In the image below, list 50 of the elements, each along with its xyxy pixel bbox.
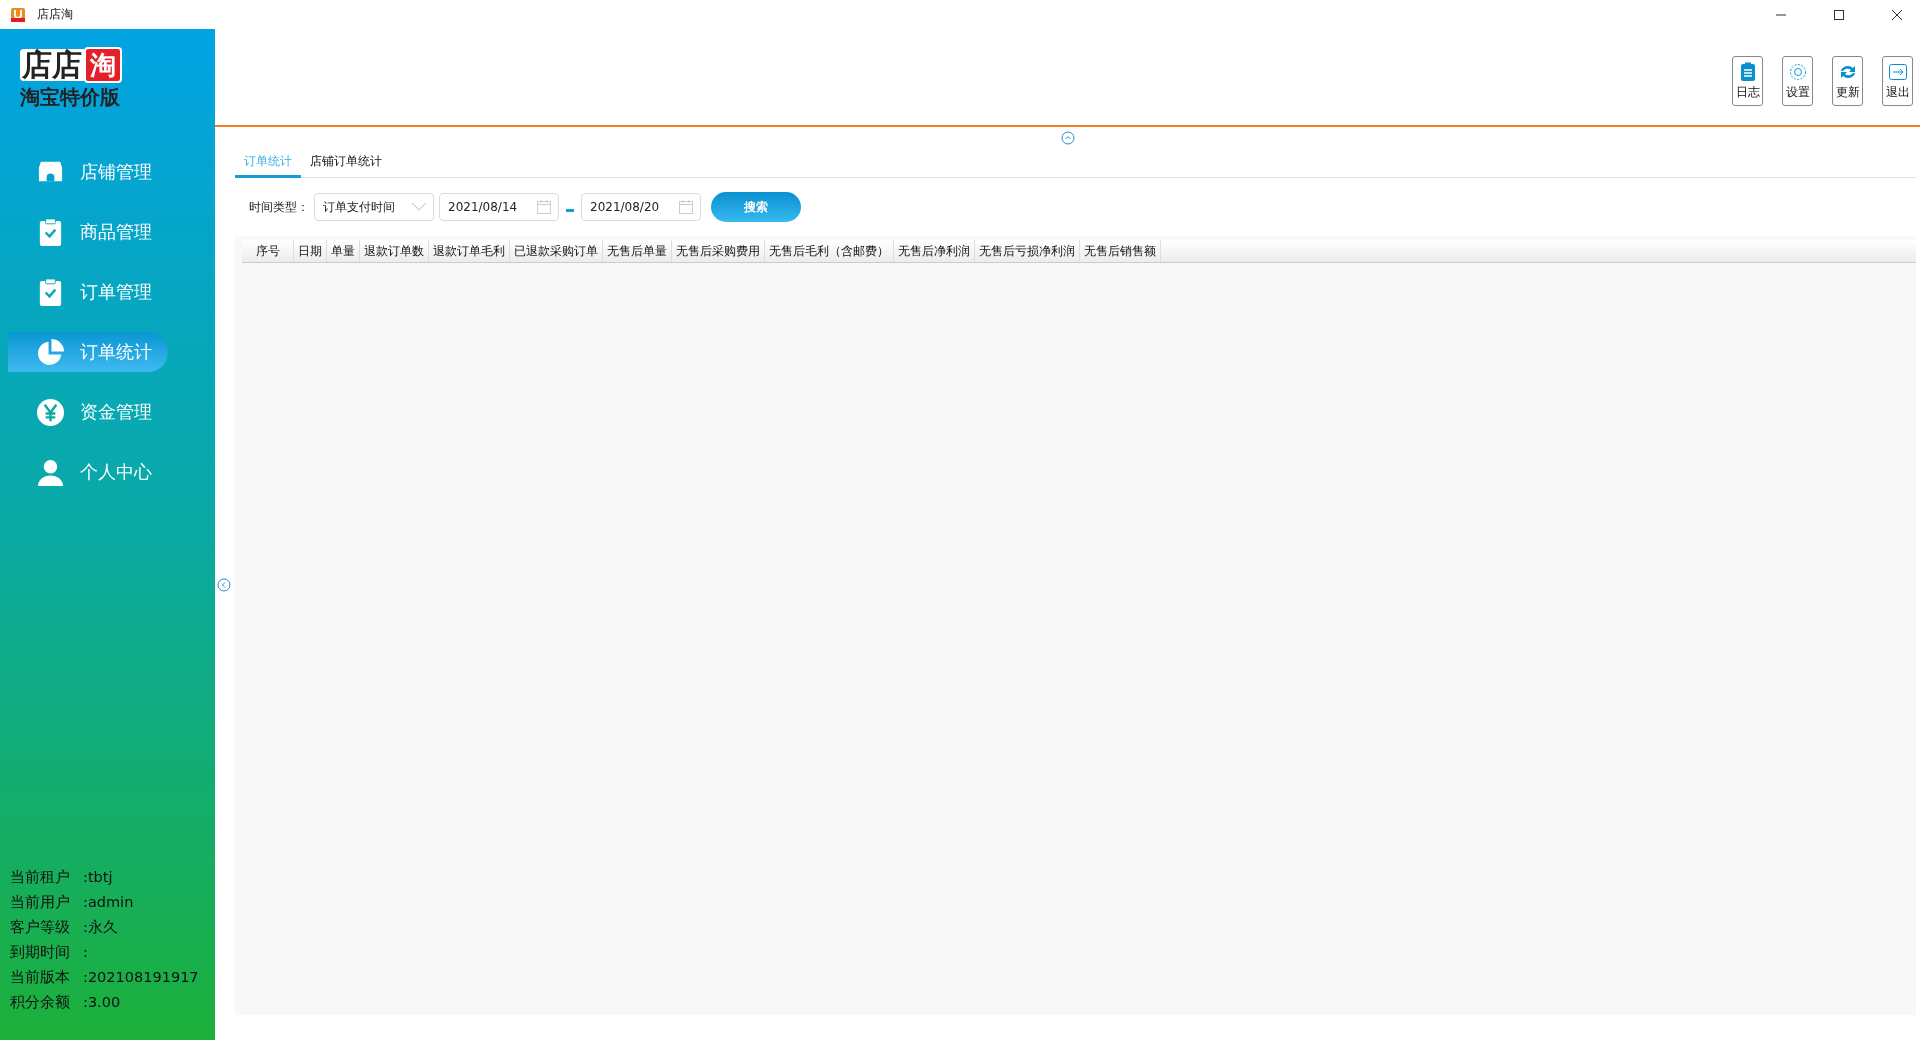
user-icon (36, 457, 65, 487)
toolbar-button[interactable]: 日志 (1732, 56, 1763, 106)
calendar-icon (678, 199, 694, 215)
toolbar-button[interactable]: 更新 (1832, 56, 1863, 106)
collapse-up-icon[interactable] (1060, 131, 1075, 145)
info-label: 当前用户 (10, 893, 71, 912)
calendar-icon (536, 199, 552, 215)
column-header[interactable]: 日期 (294, 240, 327, 262)
settings-icon (1787, 61, 1808, 82)
column-header[interactable]: 无售后亏损净利润 (975, 240, 1080, 262)
info-label: 客户等级 (10, 918, 71, 937)
info-label: 当前版本 (10, 968, 71, 987)
pie-chart-icon (36, 337, 65, 367)
column-header[interactable]: 序号 (242, 240, 294, 262)
info-label: 当前租户 (10, 868, 71, 887)
info-value: : (83, 943, 88, 962)
info-value: :202108191917 (83, 968, 199, 987)
column-header[interactable]: 无售后净利润 (894, 240, 975, 262)
logo-badge: 淘 (84, 47, 122, 83)
maximize-icon[interactable] (1833, 8, 1845, 21)
time-type-dropdown[interactable]: 订单支付时间 (314, 193, 434, 221)
window-title: 店店淘 (37, 6, 73, 23)
column-header[interactable]: 已退款采购订单 (510, 240, 603, 262)
info-label: 到期时间 (10, 943, 71, 962)
info-label: 积分余额 (10, 993, 71, 1012)
column-header[interactable]: 无售后销售额 (1080, 240, 1161, 262)
exit-icon (1887, 61, 1908, 82)
start-date-field[interactable]: 2021/08/14 (439, 193, 559, 221)
app-icon (10, 6, 26, 23)
info-value: :永久 (83, 918, 118, 937)
logo-subtitle: 淘宝特价版 (20, 84, 121, 111)
toolbar-button[interactable]: 设置 (1782, 56, 1813, 106)
column-header[interactable]: 无售后毛利（含邮费） (765, 240, 894, 262)
logo-text: 店店 (20, 49, 84, 81)
column-header[interactable]: 退款订单毛利 (429, 240, 510, 262)
tab[interactable]: 店铺订单统计 (301, 149, 391, 178)
info-value: :3.00 (83, 993, 121, 1012)
yen-icon (36, 397, 65, 427)
column-header[interactable]: 无售后采购费用 (672, 240, 765, 262)
column-header[interactable]: 退款订单数 (360, 240, 429, 262)
end-date-field[interactable]: 2021/08/20 (581, 193, 701, 221)
chevron-down-icon (411, 202, 427, 212)
collapse-left-icon[interactable] (217, 578, 231, 592)
info-value: :admin (83, 893, 134, 912)
close-icon[interactable] (1891, 8, 1903, 21)
info-value: :tbtj (83, 868, 113, 887)
toolbar-button[interactable]: 退出 (1882, 56, 1913, 106)
column-header[interactable]: 单量 (327, 240, 360, 262)
column-header[interactable]: 无售后单量 (603, 240, 672, 262)
filter-label: 时间类型： (249, 198, 309, 216)
